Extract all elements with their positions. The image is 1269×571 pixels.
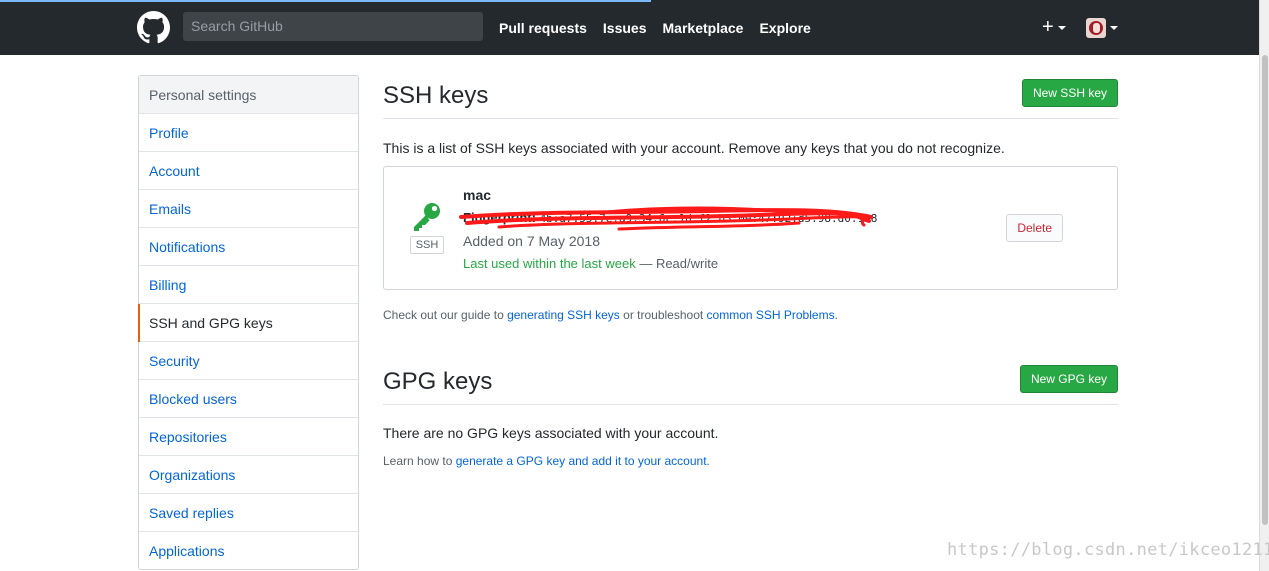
nav-explore[interactable]: Explore <box>759 20 810 36</box>
learn-suffix: . <box>706 454 710 468</box>
ssh-key-item: SSH mac Fingerprint: 4b:a7:55:7e:a9:34:6… <box>383 166 1118 290</box>
search-input[interactable]: Search GitHub <box>183 12 483 41</box>
generate-gpg-key-link[interactable]: generate a GPG key and add it to your ac… <box>456 454 707 468</box>
sidebar-item-ssh-gpg-keys[interactable]: SSH and GPG keys <box>138 304 358 342</box>
sidebar-item-repositories[interactable]: Repositories <box>139 418 358 456</box>
learn-prefix: Learn how to <box>383 454 456 468</box>
ssh-section-header: SSH keys New SSH key <box>383 75 1118 119</box>
key-icon <box>414 203 440 231</box>
nav-marketplace[interactable]: Marketplace <box>663 20 744 36</box>
ssh-key-title: mac <box>463 187 492 203</box>
caret-down-icon <box>1110 26 1118 30</box>
create-new-dropdown[interactable]: + <box>1042 17 1066 37</box>
github-logo-icon[interactable] <box>137 11 170 44</box>
common-ssh-problems-link[interactable]: common SSH Problems <box>707 308 835 322</box>
guide-suffix: . <box>834 308 838 322</box>
sidebar-item-applications[interactable]: Applications <box>139 532 358 570</box>
settings-sidebar: Personal settings Profile Account Emails… <box>138 75 359 570</box>
avatar <box>1086 18 1106 38</box>
gpg-learn-note: Learn how to generate a GPG key and add … <box>383 454 1118 468</box>
watermark: https://blog.csdn.net/ikceo1211 <box>947 540 1269 560</box>
scrollbar-thumb[interactable] <box>1262 55 1268 525</box>
generating-ssh-keys-link[interactable]: generating SSH keys <box>507 308 620 322</box>
header-nav: Pull requests Issues Marketplace Explore <box>499 0 827 55</box>
last-used-text: Last used within the last week <box>463 256 636 271</box>
new-gpg-key-button[interactable]: New GPG key <box>1019 365 1118 393</box>
ssh-key-added-date: Added on 7 May 2018 <box>463 233 600 249</box>
main-content: SSH keys New SSH key This is a list of S… <box>383 75 1118 468</box>
sidebar-item-security[interactable]: Security <box>139 342 358 380</box>
caret-down-icon <box>1057 25 1066 30</box>
user-menu-dropdown[interactable] <box>1086 18 1118 38</box>
access-level: — Read/write <box>635 256 719 271</box>
new-ssh-key-button[interactable]: New SSH key <box>1021 79 1118 107</box>
redaction-scribble <box>459 206 873 231</box>
ssh-keys-title: SSH keys <box>383 82 489 109</box>
ssh-description: This is a list of SSH keys associated wi… <box>383 140 1005 156</box>
sidebar-heading: Personal settings <box>139 76 358 114</box>
sidebar-item-organizations[interactable]: Organizations <box>139 456 358 494</box>
sidebar-item-saved-replies[interactable]: Saved replies <box>139 494 358 532</box>
plus-icon: + <box>1042 16 1054 38</box>
gpg-keys-title: GPG keys <box>383 368 493 395</box>
ssh-type-label: SSH <box>410 236 444 254</box>
page-scrollbar[interactable] <box>1259 0 1269 571</box>
sidebar-item-notifications[interactable]: Notifications <box>139 228 358 266</box>
page-loading-bar <box>0 0 651 2</box>
sidebar-item-profile[interactable]: Profile <box>139 114 358 152</box>
gpg-description: There are no GPG keys associated with yo… <box>383 425 719 441</box>
sidebar-item-blocked-users[interactable]: Blocked users <box>139 380 358 418</box>
nav-pull-requests[interactable]: Pull requests <box>499 20 587 36</box>
guide-prefix: Check out our guide to <box>383 308 508 322</box>
gpg-section: GPG keys New GPG key There are no GPG ke… <box>383 361 1118 468</box>
top-header: Search GitHub Pull requests Issues Marke… <box>0 0 1259 55</box>
sidebar-item-account[interactable]: Account <box>139 152 358 190</box>
ssh-guide-note: Check out our guide to generating SSH ke… <box>383 308 1118 322</box>
sidebar-item-emails[interactable]: Emails <box>139 190 358 228</box>
nav-issues[interactable]: Issues <box>603 20 647 36</box>
delete-ssh-key-button[interactable]: Delete <box>1006 214 1063 242</box>
sidebar-item-billing[interactable]: Billing <box>139 266 358 304</box>
gpg-section-header: GPG keys New GPG key <box>383 361 1118 405</box>
ssh-key-last-used: Last used within the last week — Read/wr… <box>463 256 718 271</box>
guide-middle: or troubleshoot <box>619 308 707 322</box>
